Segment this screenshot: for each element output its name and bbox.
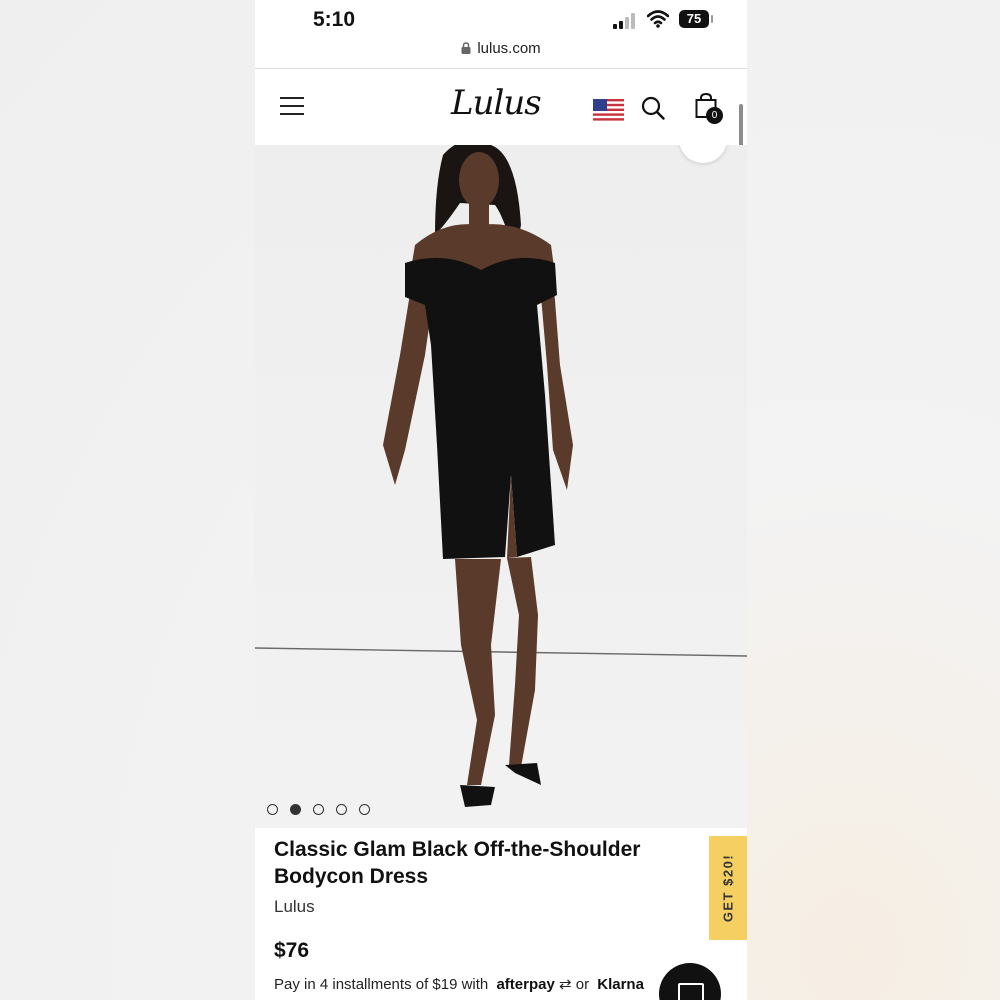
battery-cap [711, 15, 713, 23]
status-time: 5:10 [313, 8, 356, 31]
product-image[interactable] [255, 145, 747, 828]
product-title: Classic Glam Black Off-the-Shoulder Body… [274, 838, 641, 888]
product-brand-link[interactable]: Lulus [274, 897, 315, 917]
pagination-dot[interactable] [336, 804, 347, 815]
or-text: or [575, 976, 590, 993]
model-photo [255, 145, 747, 828]
product-price: $76 [274, 939, 310, 962]
pagination-dot[interactable] [359, 804, 370, 815]
wifi-icon [647, 10, 669, 28]
us-flag-icon[interactable] [593, 99, 624, 123]
cellular-signal-icon [613, 13, 639, 29]
klarna-logo[interactable]: Klarna [597, 976, 644, 993]
cart-count-badge: 0 [706, 107, 723, 124]
installments-info: Pay in 4 installments of $19 with afterp… [274, 975, 644, 993]
phone-screen: 5:10 75 lulus.com Lulus 0 Classic Glam B… [255, 0, 747, 1000]
pagination-dot[interactable] [267, 804, 278, 815]
battery-indicator: 75 [679, 10, 709, 28]
site-header: Lulus 0 [255, 69, 747, 145]
promo-label: GET $20! [720, 853, 736, 923]
menu-icon[interactable] [280, 97, 304, 115]
address-bar[interactable]: lulus.com [255, 40, 747, 57]
url-text: lulus.com [477, 40, 541, 57]
lock-icon [461, 42, 471, 54]
installments-text: Pay in 4 installments of $19 with [274, 976, 489, 993]
chat-button[interactable] [659, 963, 721, 1000]
get-20-promo-tab[interactable]: GET $20! [709, 836, 747, 940]
chat-icon [678, 983, 704, 1000]
lulus-logo[interactable]: Lulus [451, 83, 542, 123]
pagination-dot[interactable] [313, 804, 324, 815]
afterpay-icon: ⇄ [558, 976, 572, 993]
search-icon[interactable] [641, 96, 665, 120]
status-bar: 5:10 75 [255, 0, 747, 40]
afterpay-logo[interactable]: afterpay [496, 976, 554, 993]
pagination-dot-active[interactable] [290, 804, 301, 815]
